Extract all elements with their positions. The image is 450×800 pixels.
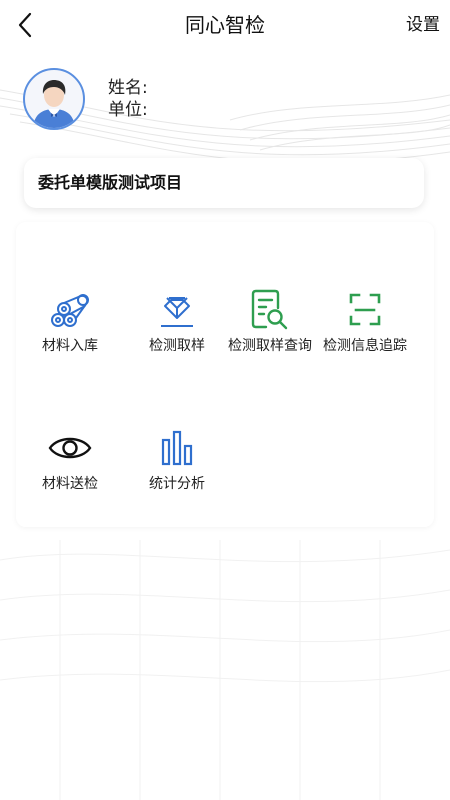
menu-item-material-inspection[interactable]: 材料送检	[23, 426, 117, 506]
name-label: 姓名:	[108, 78, 148, 98]
profile-info: 姓名: 单位:	[108, 77, 148, 121]
avatar[interactable]	[23, 68, 85, 130]
project-card[interactable]: 委托单模版测试项目	[24, 158, 424, 208]
sampling-query-icon	[251, 289, 288, 330]
app-screen: 同心智检 设置 姓名: 单位: 委托单模版测试项目 材料入库 检测取样 检测取样…	[0, 0, 450, 800]
menu-label-material-inspection: 材料送检	[42, 476, 98, 492]
menu-item-tracking[interactable]: 检测信息追踪	[318, 288, 412, 368]
scan-tracking-icon	[349, 293, 381, 326]
menu-label-material-storage: 材料入库	[42, 338, 98, 354]
menu-item-material-storage[interactable]: 材料入库	[23, 288, 117, 368]
menu-item-statistics[interactable]: 统计分析	[130, 426, 224, 506]
unit-label: 单位:	[108, 100, 148, 120]
menu-label-tracking: 检测信息追踪	[323, 338, 407, 354]
sampling-icon	[161, 297, 193, 327]
page-title: 同心智检	[185, 13, 265, 37]
material-storage-icon	[51, 294, 89, 327]
menu-label-sampling: 检测取样	[149, 338, 205, 354]
menu-label-sampling-query: 检测取样查询	[228, 338, 312, 354]
top-bar: 同心智检 设置	[0, 0, 450, 50]
project-name: 委托单模版测试项目	[38, 173, 183, 192]
eye-icon	[48, 437, 92, 459]
settings-button[interactable]: 设置	[406, 14, 440, 36]
bar-chart-icon	[161, 430, 193, 466]
function-menu: 材料入库 检测取样 检测取样查询 检测信息追踪 材料送检 统计分析	[16, 222, 434, 527]
menu-label-statistics: 统计分析	[149, 476, 205, 492]
menu-item-sampling-query[interactable]: 检测取样查询	[223, 288, 317, 368]
menu-item-sampling[interactable]: 检测取样	[130, 288, 224, 368]
